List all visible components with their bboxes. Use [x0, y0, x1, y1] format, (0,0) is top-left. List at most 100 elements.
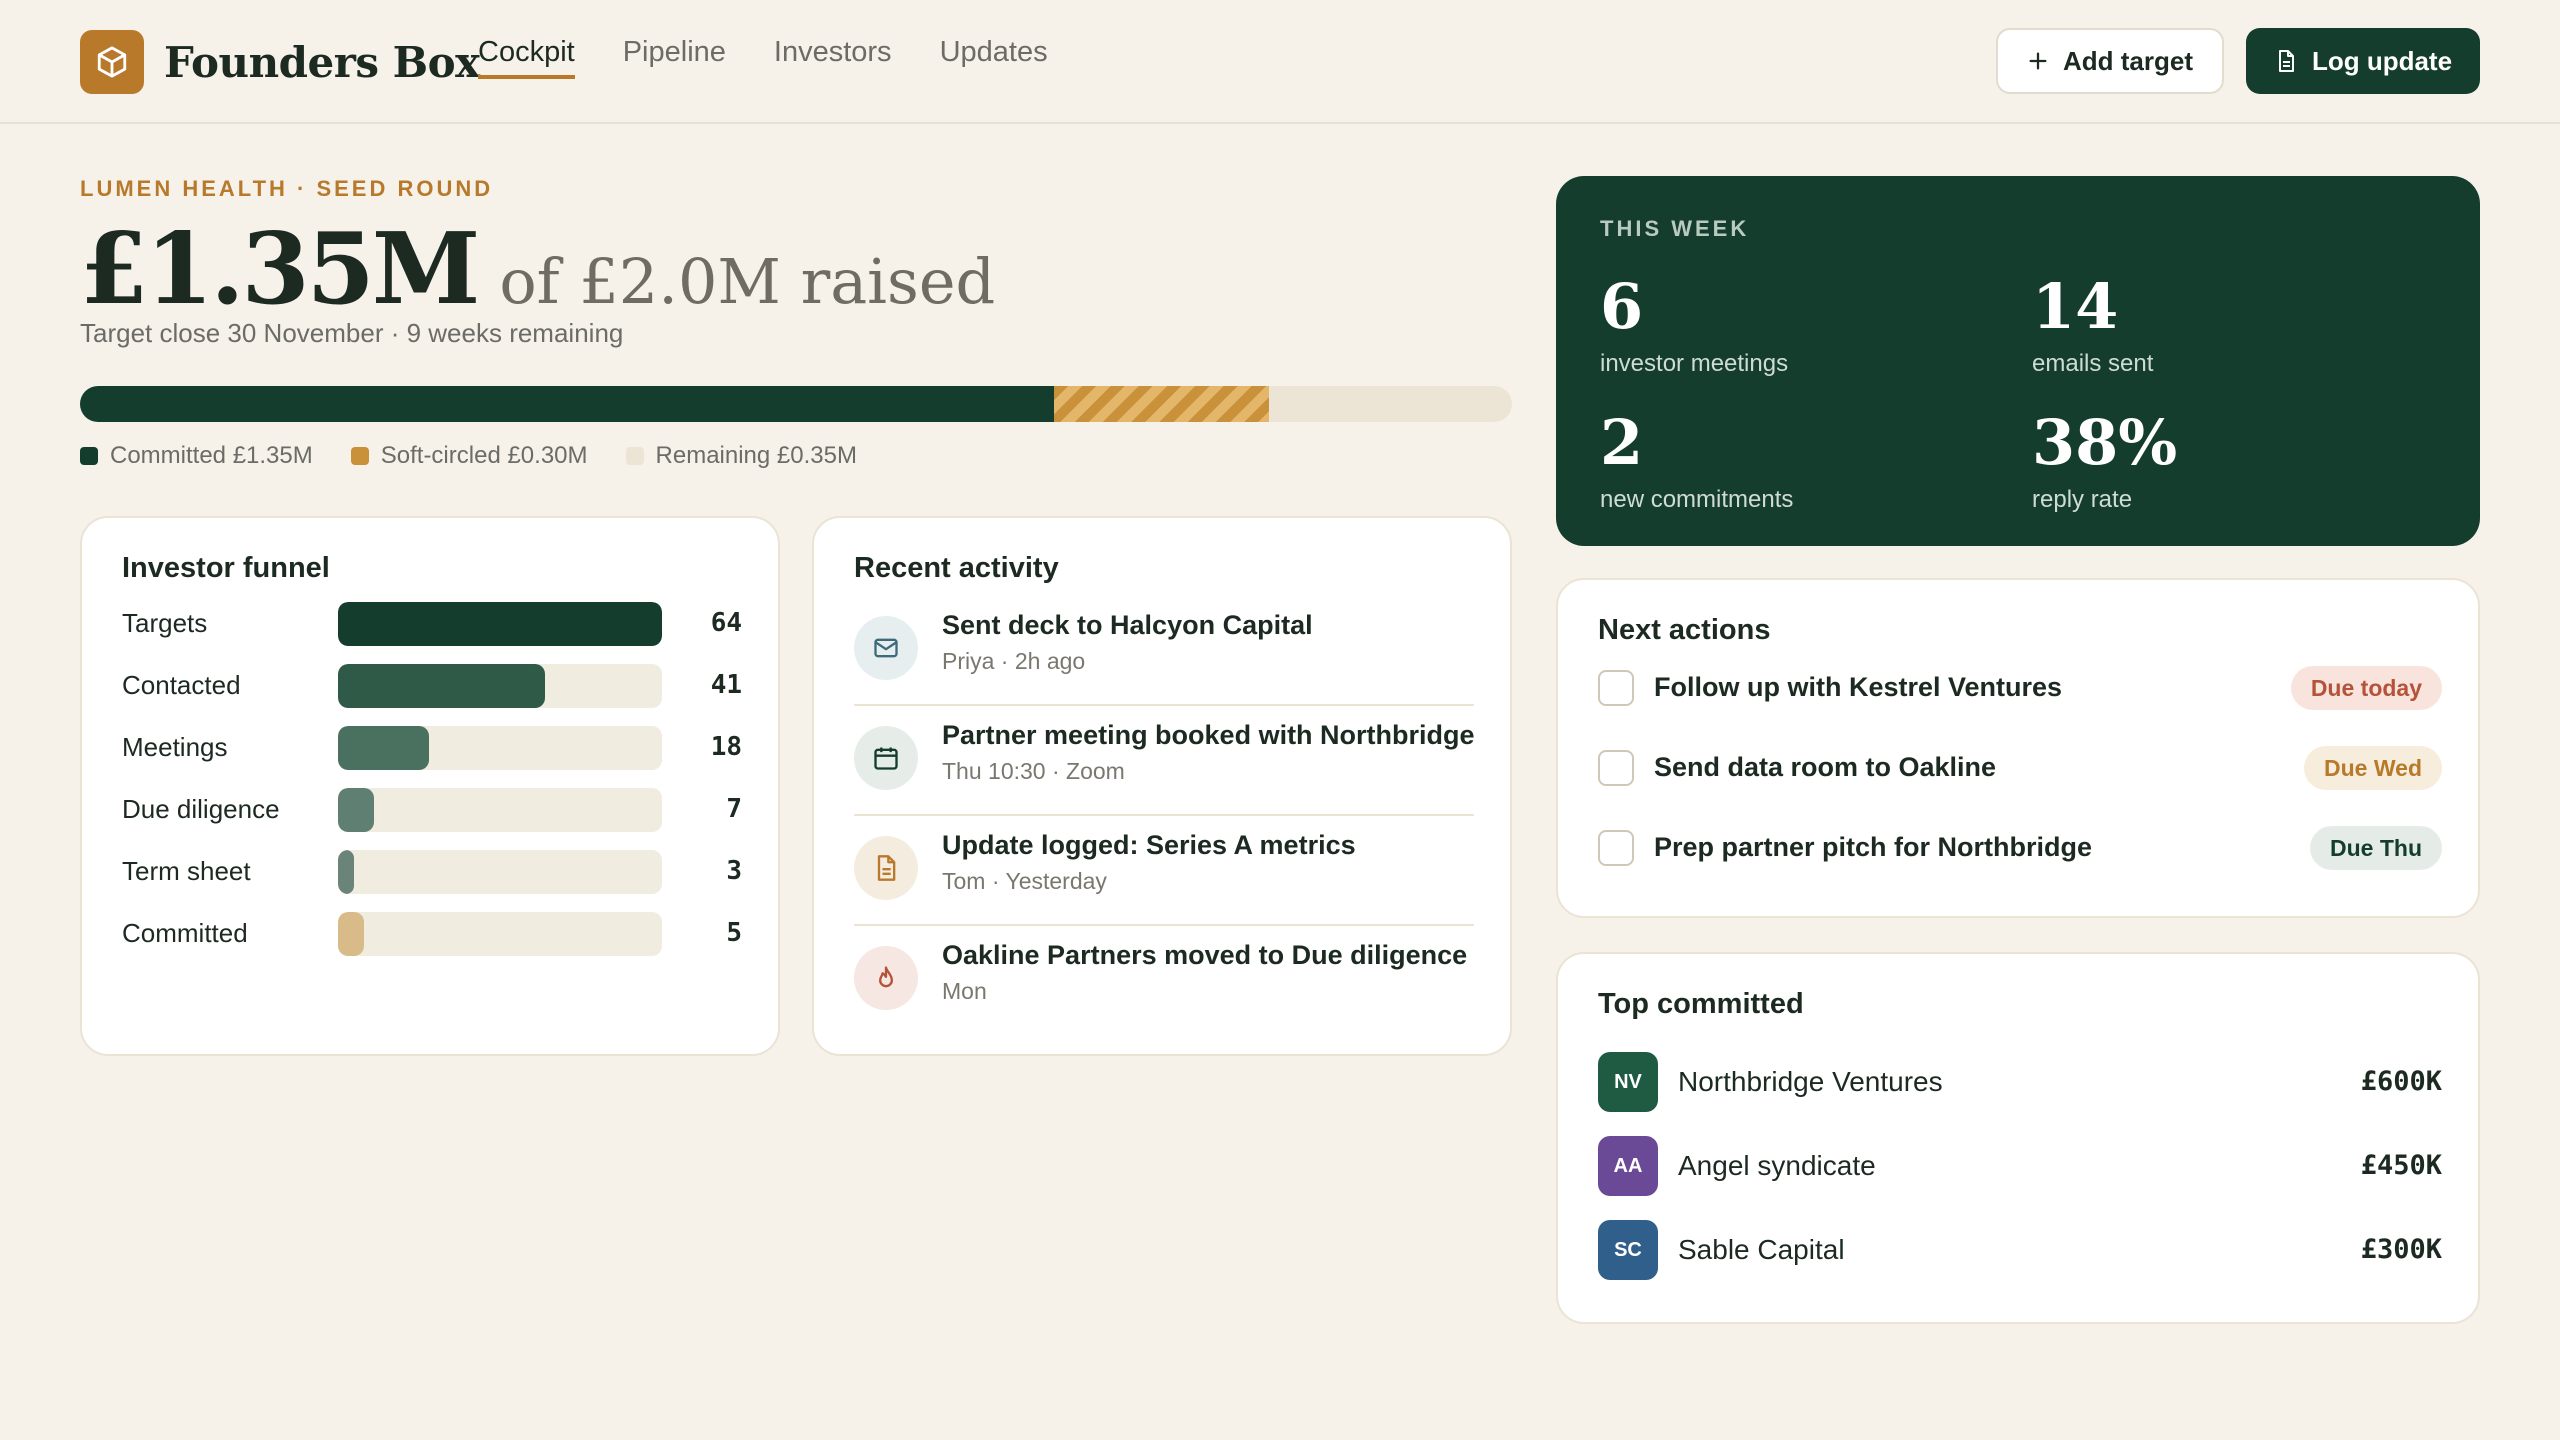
funnel-label: Term sheet: [122, 856, 251, 886]
avatar: AA: [1598, 1136, 1658, 1196]
progress-legend: Committed £1.35M Soft-circled £0.30M Rem…: [80, 442, 857, 470]
activity-item[interactable]: Partner meeting booked with Northbridge …: [854, 706, 1475, 816]
recent-activity-card: Recent activity Sent deck to Halcyon Cap…: [812, 516, 1512, 1056]
investor-row[interactable]: NV Northbridge Ventures £600K: [1598, 1052, 2442, 1112]
stat-label: emails sent: [2032, 350, 2154, 377]
top-bar: Founders Box Cockpit Pipeline Investors …: [0, 0, 2560, 124]
flame-icon: [854, 946, 918, 1010]
next-actions-card: Next actions Follow up with Kestrel Vent…: [1556, 578, 2480, 918]
funnel-value: 41: [710, 670, 742, 700]
tab-updates[interactable]: Updates: [940, 36, 1048, 79]
legend-swatch: [80, 447, 98, 465]
raised-summary: £1.35M of £2.0M raised: [80, 212, 995, 327]
week-label: THIS WEEK: [1600, 216, 1750, 241]
raise-progress-bar: [80, 386, 1512, 422]
box-icon: [80, 30, 144, 94]
funnel-row[interactable]: Meetings 18: [122, 726, 742, 770]
tab-cockpit[interactable]: Cockpit: [478, 36, 575, 79]
card-title: Next actions: [1598, 614, 1771, 646]
raised-amount: £1.35M: [80, 212, 480, 327]
stat-value: 14: [2032, 270, 2119, 343]
avatar: NV: [1598, 1052, 1658, 1112]
raised-goal: of £2.0M raised: [499, 245, 996, 318]
brand[interactable]: Founders Box: [80, 30, 480, 94]
tab-pipeline[interactable]: Pipeline: [623, 36, 726, 79]
investor-row[interactable]: AA Angel syndicate £450K: [1598, 1136, 2442, 1196]
funnel-value: 7: [726, 794, 742, 824]
funnel-value: 64: [710, 608, 742, 638]
stat-label: investor meetings: [1600, 350, 1789, 377]
log-update-button[interactable]: Log update: [2246, 28, 2480, 94]
funnel-bar: [338, 912, 364, 956]
this-week-card: THIS WEEK 6 investor meetings 14 emails …: [1556, 176, 2480, 546]
stat-investor-meetings: 6 investor meetings: [1600, 276, 1788, 378]
legend-swatch: [625, 447, 644, 465]
funnel-value: 3: [726, 856, 742, 886]
funnel-label: Targets: [122, 608, 208, 638]
activity-item[interactable]: Sent deck to Halcyon Capital Priya · 2h …: [854, 596, 1474, 706]
action-checkbox[interactable]: [1598, 750, 1634, 786]
add-target-button[interactable]: Add target: [1996, 28, 2224, 94]
legend-swatch: [350, 447, 369, 465]
investor-amount: £600K: [2360, 1066, 2442, 1097]
tab-investors[interactable]: Investors: [774, 36, 892, 79]
funnel-row[interactable]: Due diligence 7: [122, 788, 742, 832]
progress-soft-circled: [1053, 386, 1269, 422]
funnel-bar: [338, 788, 374, 832]
activity-meta: Tom · Yesterday: [942, 868, 1107, 894]
funnel-track: [338, 850, 662, 894]
action-text: Follow up with Kestrel Ventures: [1654, 672, 2063, 702]
activity-item[interactable]: Update logged: Series A metrics Tom · Ye…: [854, 816, 1474, 926]
plus-icon: [2029, 52, 2047, 70]
stat-value: 2: [1600, 406, 1644, 479]
funnel-track: [338, 602, 662, 646]
action-checkbox[interactable]: [1598, 830, 1634, 866]
activity-item[interactable]: Oakline Partners moved to Due diligence …: [854, 926, 1474, 1036]
mail-icon: [854, 616, 918, 680]
legend-label: Committed £1.35M: [110, 442, 313, 469]
action-checkbox[interactable]: [1598, 670, 1634, 706]
funnel-track: [338, 788, 662, 832]
avatar: SC: [1598, 1220, 1658, 1280]
investor-funnel-card: Investor funnel Targets 64 Contacted 41 …: [80, 516, 780, 1056]
funnel-row[interactable]: Term sheet 3: [122, 850, 742, 894]
funnel-bar: [338, 664, 546, 708]
card-title: Top committed: [1598, 988, 1804, 1020]
log-update-label: Log update: [2311, 45, 2453, 76]
funnel-label: Meetings: [122, 732, 228, 762]
funnel-label: Due diligence: [122, 794, 280, 824]
investor-name: Sable Capital: [1678, 1234, 1845, 1265]
action-item: Send data room to Oakline Due Wed: [1598, 744, 2442, 792]
add-target-label: Add target: [2063, 45, 2193, 76]
top-committed-card: Top committed NV Northbridge Ventures £6…: [1556, 952, 2480, 1324]
funnel-bar: [338, 726, 429, 770]
activity-meta: Mon: [942, 978, 987, 1004]
stat-reply-rate: 38% reply rate: [2032, 412, 2177, 514]
stat-new-commitments: 2 new commitments: [1600, 412, 1793, 514]
legend-soft-circled: Soft-circled £0.30M: [350, 442, 588, 470]
due-badge: Due Thu: [2310, 826, 2442, 870]
stat-label: new commitments: [1600, 486, 1794, 513]
investor-amount: £300K: [2360, 1234, 2442, 1265]
round-eyebrow: LUMEN HEALTH · SEED ROUND: [80, 176, 494, 201]
funnel-row[interactable]: Contacted 41: [122, 664, 742, 708]
investor-name: Northbridge Ventures: [1678, 1066, 1943, 1097]
stat-label: reply rate: [2032, 486, 2133, 513]
stat-value: 38%: [2032, 406, 2178, 479]
activity-title: Oakline Partners moved to Due diligence: [942, 940, 1468, 970]
document-icon: [2278, 50, 2294, 72]
investor-row[interactable]: SC Sable Capital £300K: [1598, 1220, 2442, 1280]
card-title: Recent activity: [854, 552, 1059, 584]
funnel-track: [338, 912, 662, 956]
funnel-track: [338, 726, 662, 770]
activity-title: Partner meeting booked with Northbridge: [942, 720, 1475, 750]
activity-meta: Priya · 2h ago: [942, 648, 1086, 674]
funnel-row[interactable]: Targets 64: [122, 602, 742, 646]
action-text: Prep partner pitch for Northbridge: [1654, 832, 2093, 862]
funnel-row[interactable]: Committed 5: [122, 912, 742, 956]
investor-amount: £450K: [2360, 1150, 2442, 1181]
activity-title: Update logged: Series A metrics: [942, 830, 1356, 860]
action-item: Prep partner pitch for Northbridge Due T…: [1598, 824, 2442, 872]
document-icon: [854, 836, 918, 900]
legend-label: Soft-circled £0.30M: [380, 442, 588, 469]
